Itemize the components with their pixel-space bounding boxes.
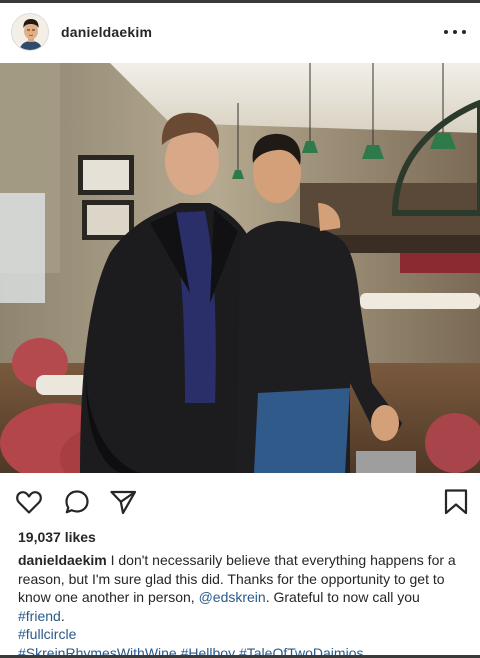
bookmark-icon[interactable]: [441, 487, 471, 517]
post-username[interactable]: danieldaekim: [61, 24, 152, 40]
mention-link[interactable]: @edskrein: [199, 589, 266, 605]
hashtag-line: #fullcircle: [18, 625, 464, 644]
more-dot: [462, 30, 466, 34]
caption-username[interactable]: danieldaekim: [18, 552, 107, 568]
post-header: danieldaekim: [0, 3, 480, 63]
comment-icon[interactable]: [62, 487, 92, 517]
more-options-icon[interactable]: [444, 23, 466, 41]
hashtag-link[interactable]: #fullcircle: [18, 626, 76, 642]
caption-text: .: [60, 607, 65, 624]
paper-plane-icon[interactable]: [108, 487, 138, 517]
avatar[interactable]: [11, 13, 49, 51]
more-dot: [453, 30, 457, 34]
like-count[interactable]: 19,037 likes: [18, 529, 96, 545]
caption-text: . Grateful to now call you: [265, 589, 420, 605]
hashtag-link[interactable]: #friend: [18, 608, 61, 624]
more-dot: [444, 30, 448, 34]
post-caption: danieldaekim I don't necessarily believe…: [18, 551, 464, 658]
post-actions: [0, 473, 480, 529]
post-photo[interactable]: [0, 63, 480, 473]
heart-icon[interactable]: [14, 487, 44, 517]
